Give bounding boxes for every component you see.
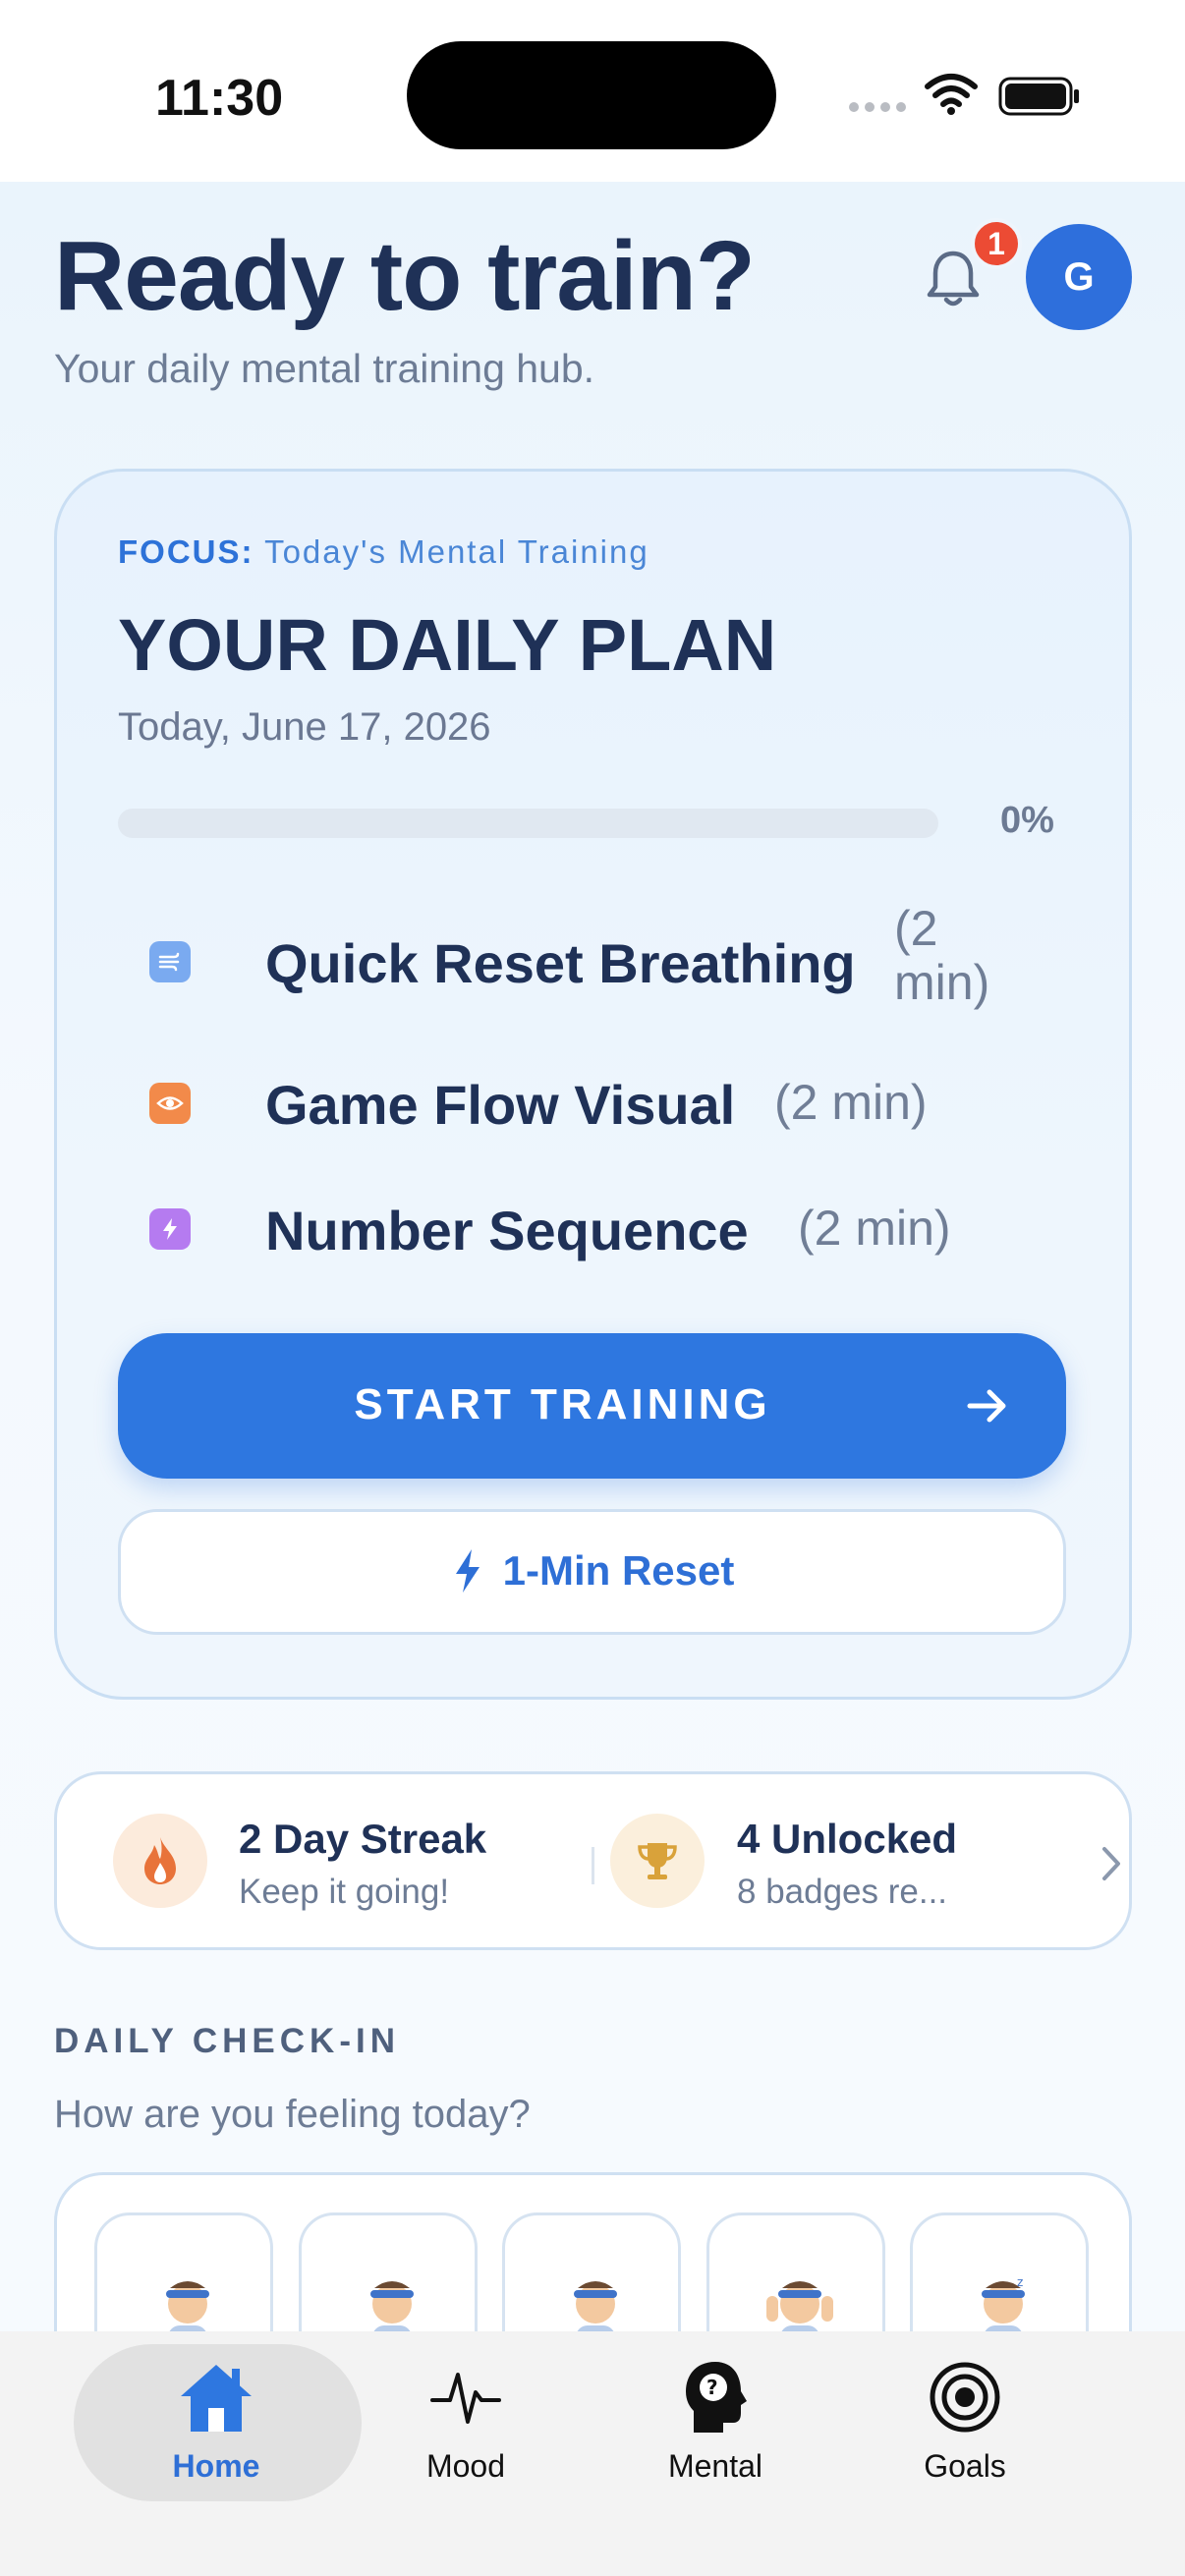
checkin-question: How are you feeling today? [54, 2093, 531, 2136]
focus-value: Today's Mental Training [264, 533, 649, 570]
eye-icon [149, 1083, 191, 1124]
tab-label: Home [172, 2448, 260, 2484]
progress-percent: 0% [1000, 800, 1054, 841]
dynamic-island [407, 41, 776, 149]
arrow-right-icon [967, 1389, 1006, 1423]
tab-goals[interactable]: Goals [867, 2358, 1063, 2495]
exercise-duration-line: (2 [894, 901, 938, 956]
exercise-name: Game Flow Visual [265, 1074, 736, 1136]
exercise-name: Quick Reset Breathing [265, 932, 856, 994]
trophy-icon [610, 1814, 705, 1908]
home-icon [177, 2358, 255, 2436]
wind-icon [149, 941, 191, 982]
exercise-item[interactable]: Game Flow Visual (2 min) [118, 1071, 1061, 1140]
section-label: DAILY CHECK-IN [54, 2022, 400, 2060]
target-icon [926, 2358, 1004, 2436]
streak-subtitle: Keep it going! [239, 1873, 450, 1911]
stats-card[interactable]: 2 Day Streak Keep it going! 4 Unlocked 8… [54, 1771, 1132, 1950]
divider [592, 1847, 594, 1884]
exercise-item[interactable]: Number Sequence (2 min) [118, 1197, 1061, 1265]
tab-label: Goals [924, 2448, 1006, 2484]
exercise-item[interactable]: Quick Reset Breathing (2 min) [118, 884, 1061, 1022]
wifi-icon [925, 74, 978, 115]
start-training-button[interactable]: START TRAINING [118, 1333, 1066, 1479]
pulse-icon [426, 2358, 505, 2436]
tab-home[interactable]: Home [118, 2358, 314, 2495]
badges-subtitle: 8 badges re... [737, 1873, 948, 1911]
start-training-label: START TRAINING [354, 1380, 771, 1428]
exercise-duration-line: min) [894, 955, 990, 1010]
streak-title: 2 Day Streak [239, 1816, 487, 1862]
exercise-duration: (2 min) [798, 1201, 951, 1256]
page-title: Ready to train? [54, 221, 756, 331]
plan-title: YOUR DAILY PLAN [118, 604, 777, 686]
cellular-signal-icon [849, 102, 906, 112]
status-time: 11:30 [155, 70, 284, 127]
battery-icon [998, 77, 1079, 116]
page-subtitle: Your daily mental training hub. [54, 346, 595, 391]
exercise-duration: (2 min) [774, 1075, 928, 1130]
bolt-icon [149, 1208, 191, 1250]
badges-title: 4 Unlocked [737, 1816, 958, 1862]
tab-label: Mood [425, 2448, 506, 2484]
focus-label: FOCUS: [118, 533, 254, 570]
exercise-name: Number Sequence [265, 1200, 749, 1261]
bolt-icon [455, 1549, 480, 1593]
tab-mood[interactable]: Mood [367, 2358, 564, 2495]
chevron-right-icon[interactable] [1099, 1845, 1124, 1882]
progress-bar [118, 809, 938, 838]
tab-mental[interactable]: ? Mental [617, 2358, 814, 2495]
brain-head-icon: ? [676, 2358, 755, 2436]
reset-label: 1-Min Reset [502, 1547, 735, 1594]
notification-badge: 1 [971, 218, 1022, 269]
exercise-duration: (2 min) [894, 902, 989, 1010]
one-min-reset-button[interactable]: 1-Min Reset [118, 1509, 1066, 1635]
tab-label: Mental [667, 2448, 763, 2484]
flame-icon [113, 1814, 207, 1908]
focus-line: FOCUS: Today's Mental Training [118, 533, 649, 571]
plan-date: Today, June 17, 2026 [118, 705, 491, 749]
status-bar: 11:30 [0, 0, 1185, 182]
svg-text:?: ? [706, 2376, 718, 2399]
avatar[interactable]: G [1026, 224, 1132, 330]
